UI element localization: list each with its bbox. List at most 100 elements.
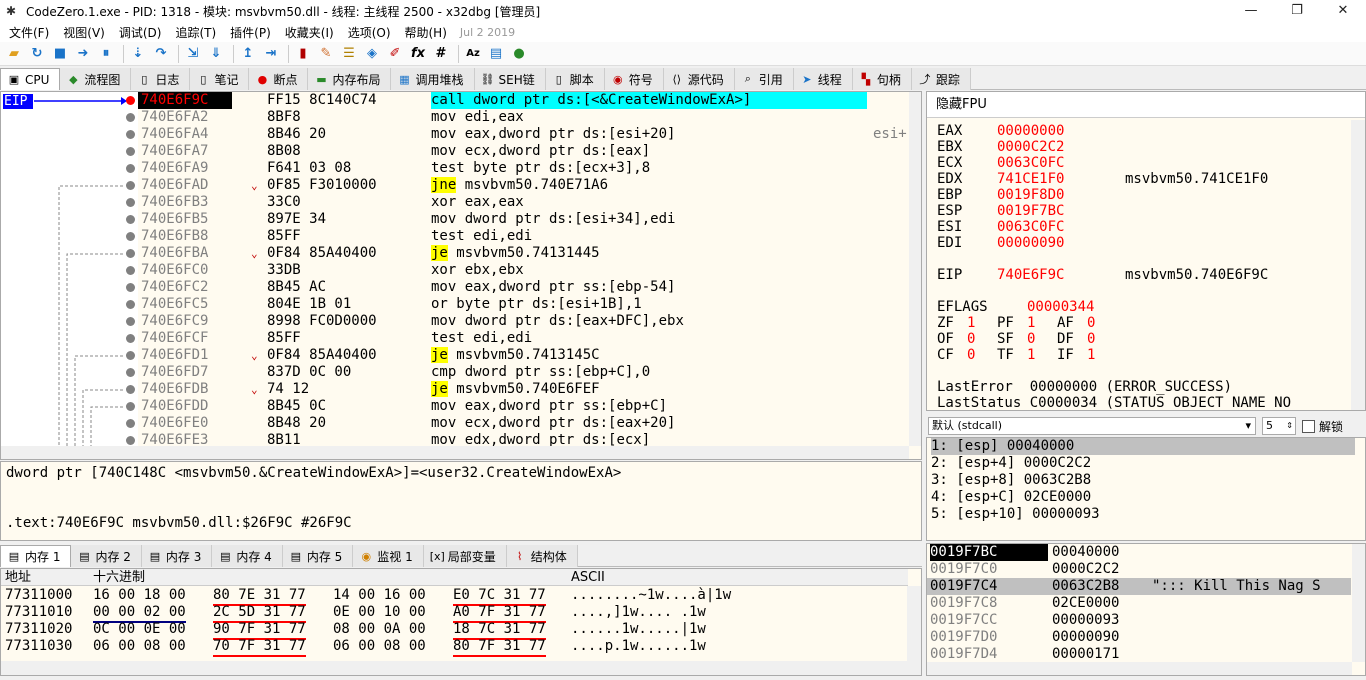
argument-count-spinbox[interactable]: 5 ⇕ [1262, 417, 1296, 435]
step-over-icon[interactable]: ↷ [151, 44, 171, 64]
instruction-text[interactable]: mov dword ptr ds:[eax+DFC],ebx [431, 313, 684, 330]
step-into-icon[interactable]: ⇣ [128, 44, 148, 64]
instruction-address[interactable]: 740E6FA7 [138, 143, 232, 160]
close-button[interactable]: ✕ [1320, 0, 1366, 22]
function-icon[interactable]: fx [408, 44, 428, 64]
tab-dump-4[interactable]: ▤ 内存 4 [212, 545, 283, 567]
instruction-text[interactable]: test edi,edi [431, 330, 532, 347]
tab-seh[interactable]: ⛓ SEH链 [474, 68, 546, 90]
menu-debug[interactable]: 调试(D) [112, 24, 169, 41]
maximize-button[interactable]: ❐ [1274, 0, 1320, 22]
breakpoint-dot[interactable] [126, 198, 135, 207]
tab-dump-5[interactable]: ▤ 内存 5 [282, 545, 354, 567]
instruction-address[interactable]: 740E6FD1 [138, 347, 232, 364]
stack-row[interactable]: 0019F7D0 00000090 [927, 629, 1351, 646]
instruction-address[interactable]: 740E6FB3 [138, 194, 232, 211]
instruction-address[interactable]: 740E6FAD [138, 177, 232, 194]
instruction-address[interactable]: 740E6FB8 [138, 228, 232, 245]
dump-row[interactable]: 77311000 16 00 18 00 80 7E 31 77 14 00 16 0… [1, 587, 907, 606]
instruction-address[interactable]: 740E6FC2 [138, 279, 232, 296]
tab-dump-3[interactable]: ▤ 内存 3 [141, 545, 213, 567]
dump-hscrollbar[interactable] [1, 661, 907, 675]
register-value[interactable]: 0063C0FC [997, 155, 1064, 171]
breakpoint-dot[interactable] [126, 249, 135, 258]
flag-value[interactable]: 0 [1087, 331, 1095, 347]
instruction-address[interactable]: 740E6FC9 [138, 313, 232, 330]
dump-hex-group[interactable]: 06 00 08 00 [333, 638, 426, 655]
instruction-text[interactable]: test byte ptr ds:[ecx+3],8 [431, 160, 650, 177]
breakpoint-dot[interactable] [126, 181, 135, 190]
breakpoint-dot[interactable] [126, 283, 135, 292]
font-icon[interactable]: Az [463, 44, 483, 64]
flag-value[interactable]: 0 [967, 331, 975, 347]
breakpoint-dot[interactable] [126, 351, 135, 360]
bookmark-icon[interactable]: ✐ [385, 44, 405, 64]
instruction-text[interactable]: mov dword ptr ds:[esi+34],edi [431, 211, 675, 228]
dump-hex-group[interactable]: 16 00 18 00 [93, 587, 186, 604]
instruction-address[interactable]: 740E6FA9 [138, 160, 232, 177]
instruction-text[interactable]: je msvbvm50.74131445 [431, 245, 600, 262]
flag-value[interactable]: 1 [967, 315, 975, 331]
dump-header-ascii[interactable]: ASCII [571, 569, 605, 586]
run-icon[interactable]: ➜ [73, 44, 93, 64]
instruction-text[interactable]: mov ecx,dword ptr ds:[eax+20] [431, 415, 675, 432]
stack-row[interactable]: 0019F7C0 0000C2C2 [927, 561, 1351, 578]
breakpoint-dot[interactable] [126, 402, 135, 411]
instruction-address[interactable]: 740E6FBA [138, 245, 232, 262]
instruction-address[interactable]: 740E6FA2 [138, 109, 232, 126]
dump-hex-group[interactable]: 80 7F 31 77 [453, 638, 546, 657]
instruction-text[interactable]: or byte ptr ds:[esi+1B],1 [431, 296, 642, 313]
instruction-text[interactable]: mov ecx,dword ptr ds:[eax] [431, 143, 650, 160]
dump-hex-group[interactable]: 0C 00 0E 00 [93, 621, 186, 638]
breakpoint-dot[interactable] [126, 215, 135, 224]
run-to-user-code-icon[interactable]: ⇥ [261, 44, 281, 64]
menu-options[interactable]: 选项(O) [341, 24, 398, 41]
breakpoint-dot[interactable] [126, 368, 135, 377]
calculator-icon[interactable]: ▤ [486, 44, 506, 64]
register-value[interactable]: 740E6F9C [997, 267, 1064, 283]
tab-callstack[interactable]: ▦ 调用堆栈 [391, 68, 475, 90]
instruction-text[interactable]: je msvbvm50.7413145C [431, 347, 600, 364]
dump-ascii[interactable]: ....p.1w......1w [571, 638, 706, 655]
flag-value[interactable]: 0 [967, 347, 975, 363]
stack-vscrollbar[interactable] [1352, 544, 1365, 662]
instruction-text[interactable]: test edi,edi [431, 228, 532, 245]
tab-watch-1[interactable]: ◉ 监视 1 [353, 545, 424, 567]
flag-value[interactable]: 0 [1087, 315, 1095, 331]
tab-graph[interactable]: ◆ 流程图 [60, 68, 132, 90]
flag-value[interactable]: 0 [1027, 331, 1035, 347]
argument-row[interactable]: 3: [esp+8] 0063C2B8 [931, 472, 1091, 489]
register-value[interactable]: 0000C2C2 [997, 139, 1064, 155]
execute-till-return-icon[interactable]: ↥ [238, 44, 258, 64]
menu-view[interactable]: 视图(V) [56, 24, 112, 41]
instruction-address[interactable]: 740E6FDD [138, 398, 232, 415]
stack-row[interactable]: 0019F7C4 0063C2B8 "::: Kill This Nag S [927, 578, 1351, 595]
stack-row[interactable]: 0019F7BC 00040000 [927, 544, 1351, 561]
flag-value[interactable]: 1 [1027, 315, 1035, 331]
breakpoint-dot[interactable] [126, 266, 135, 275]
instruction-text[interactable]: mov eax,dword ptr ss:[ebp-54] [431, 279, 675, 296]
menu-favourites[interactable]: 收藏夹(I) [278, 24, 341, 41]
breakpoint-dot-active[interactable] [126, 96, 135, 105]
instruction-text[interactable]: xor ebx,ebx [431, 262, 524, 279]
label-icon[interactable]: ◈ [362, 44, 382, 64]
instruction-address[interactable]: 740E6F9C [138, 92, 232, 109]
breakpoint-dot[interactable] [126, 317, 135, 326]
instruction-address[interactable]: 740E6FA4 [138, 126, 232, 143]
dump-ascii[interactable]: ....,]1w.... .1w [571, 604, 706, 621]
hide-fpu-button[interactable]: 隐藏FPU [927, 92, 1365, 118]
tab-log[interactable]: ▯ 日志 [131, 68, 191, 90]
dump-hex-group[interactable]: 14 00 16 00 [333, 587, 426, 604]
instruction-text[interactable]: call dword ptr ds:[<&CreateWindowExA>] [431, 92, 867, 109]
tab-trace[interactable]: ⤴ 跟踪 [911, 68, 971, 90]
flag-value[interactable]: 1 [1087, 347, 1095, 363]
stack-row[interactable]: 0019F7D4 00000171 [927, 646, 1351, 663]
argument-row[interactable]: 1: [esp] 00040000 [931, 438, 1355, 455]
breakpoint-dot[interactable] [126, 164, 135, 173]
patch-icon[interactable]: ✎ [316, 44, 336, 64]
register-value[interactable]: 00000090 [997, 235, 1064, 251]
instruction-address[interactable]: 740E6FE0 [138, 415, 232, 432]
open-icon[interactable]: ▰ [4, 44, 24, 64]
menu-file[interactable]: 文件(F) [2, 24, 56, 41]
minimize-button[interactable]: — [1228, 0, 1274, 22]
